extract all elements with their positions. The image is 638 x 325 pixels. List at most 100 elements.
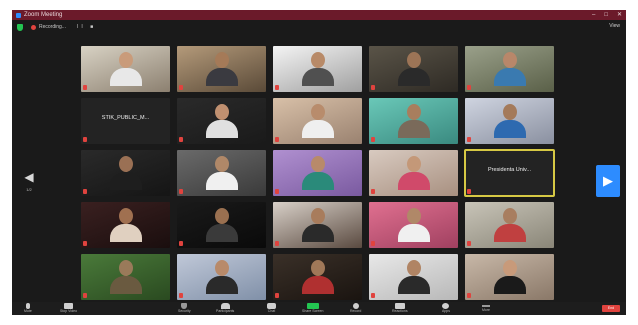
recording-controls[interactable]: II ■: [77, 24, 96, 30]
participant-head: [406, 52, 421, 68]
participant-head: [406, 260, 421, 276]
muted-mic-icon: [467, 189, 471, 194]
participant-head: [310, 52, 325, 68]
participants-button[interactable]: Participants: [216, 302, 234, 315]
participant-tile[interactable]: [177, 254, 266, 300]
participant-tile[interactable]: [369, 98, 458, 144]
muted-mic-icon: [467, 85, 471, 90]
participant-body: [397, 172, 430, 190]
next-page-button[interactable]: ▶: [596, 165, 620, 197]
participant-tile[interactable]: [369, 202, 458, 248]
participant-body: [397, 120, 430, 138]
participant-tile[interactable]: [273, 150, 362, 196]
muted-mic-icon: [467, 241, 471, 246]
participant-head: [118, 156, 133, 172]
muted-mic-icon: [275, 293, 279, 298]
participant-tile[interactable]: [273, 202, 362, 248]
participant-tile[interactable]: [273, 254, 362, 300]
participant-body: [493, 224, 526, 242]
muted-mic-icon: [275, 85, 279, 90]
participant-video: [492, 208, 528, 242]
meeting-topbar: Recording... II ■ View: [12, 20, 626, 34]
participant-tile[interactable]: [81, 150, 170, 196]
participant-tile[interactable]: [369, 46, 458, 92]
more-dots-icon: [482, 305, 490, 307]
participant-head: [214, 208, 229, 224]
participant-video: [300, 52, 336, 86]
participant-tile[interactable]: [369, 254, 458, 300]
participant-tile[interactable]: [273, 98, 362, 144]
end-meeting-button[interactable]: End: [602, 305, 620, 312]
zoom-window: Zoom Meeting – □ ✕ Recording... II ■ Vie…: [12, 10, 626, 315]
view-button[interactable]: View: [609, 23, 620, 29]
participant-tile[interactable]: [177, 150, 266, 196]
more-label: More: [482, 308, 490, 312]
participant-body: [493, 276, 526, 294]
maximize-icon[interactable]: □: [604, 10, 608, 20]
participant-video: [204, 156, 240, 190]
participant-head: [118, 52, 133, 68]
close-icon[interactable]: ✕: [617, 10, 622, 20]
participant-body: [205, 120, 238, 138]
participant-head: [310, 208, 325, 224]
muted-mic-icon: [275, 137, 279, 142]
participant-tile[interactable]: [465, 202, 554, 248]
more-button[interactable]: More: [482, 302, 490, 315]
participant-head: [502, 260, 517, 276]
participant-body: [493, 120, 526, 138]
participant-tile[interactable]: [177, 46, 266, 92]
minimize-icon[interactable]: –: [592, 10, 595, 20]
participant-tile[interactable]: [81, 254, 170, 300]
participant-display-name: STIK_PUBLIC_M...: [101, 115, 150, 121]
muted-mic-icon: [179, 293, 183, 298]
muted-mic-icon: [467, 137, 471, 142]
participant-tile[interactable]: [273, 46, 362, 92]
chevron-right-icon: ▶: [603, 173, 613, 188]
participant-head: [214, 260, 229, 276]
record-dot-icon: [31, 24, 36, 30]
participant-head: [118, 208, 133, 224]
share-screen-button[interactable]: Share Screen: [302, 302, 323, 315]
zoom-logo-icon: [16, 12, 21, 18]
muted-mic-icon: [179, 189, 183, 194]
chevron-left-icon: ◀: [24, 170, 34, 184]
chat-button[interactable]: Chat: [267, 302, 276, 315]
participant-video: [108, 52, 144, 86]
participant-tile[interactable]: [177, 98, 266, 144]
security-button[interactable]: Security: [178, 302, 191, 315]
participant-tile[interactable]: Presidenta Univ...: [464, 149, 555, 197]
muted-mic-icon: [467, 293, 471, 298]
muted-mic-icon: [179, 137, 183, 142]
video-button[interactable]: Stop Video: [60, 302, 77, 315]
participant-video: [204, 260, 240, 294]
participant-video: [492, 104, 528, 138]
muted-mic-icon: [371, 293, 375, 298]
security-label: Security: [178, 309, 191, 313]
muted-mic-icon: [371, 85, 375, 90]
page-indicator: 1/2: [26, 187, 32, 192]
reactions-button[interactable]: Reactions: [392, 302, 408, 315]
apps-button[interactable]: Apps: [442, 302, 450, 315]
mute-button[interactable]: Mute: [24, 302, 32, 315]
title-bar: Zoom Meeting – □ ✕: [12, 10, 626, 20]
record-button[interactable]: Record: [350, 302, 361, 315]
participant-video: [108, 156, 144, 190]
participant-body: [205, 68, 238, 86]
participant-video: [396, 208, 432, 242]
participant-video: [300, 104, 336, 138]
participant-tile[interactable]: [369, 150, 458, 196]
previous-page-button[interactable]: ◀ 1/2: [22, 166, 36, 192]
participant-video: [300, 208, 336, 242]
participant-body: [397, 276, 430, 294]
participant-tile[interactable]: [81, 202, 170, 248]
participant-tile[interactable]: [465, 46, 554, 92]
participant-tile[interactable]: [465, 254, 554, 300]
participant-body: [301, 68, 334, 86]
participant-tile[interactable]: [81, 46, 170, 92]
shield-icon[interactable]: [17, 23, 23, 31]
participant-tile[interactable]: [177, 202, 266, 248]
participant-tile[interactable]: STIK_PUBLIC_M...: [81, 98, 170, 144]
participant-tile[interactable]: [465, 98, 554, 144]
participant-head: [310, 260, 325, 276]
participant-video: [108, 260, 144, 294]
